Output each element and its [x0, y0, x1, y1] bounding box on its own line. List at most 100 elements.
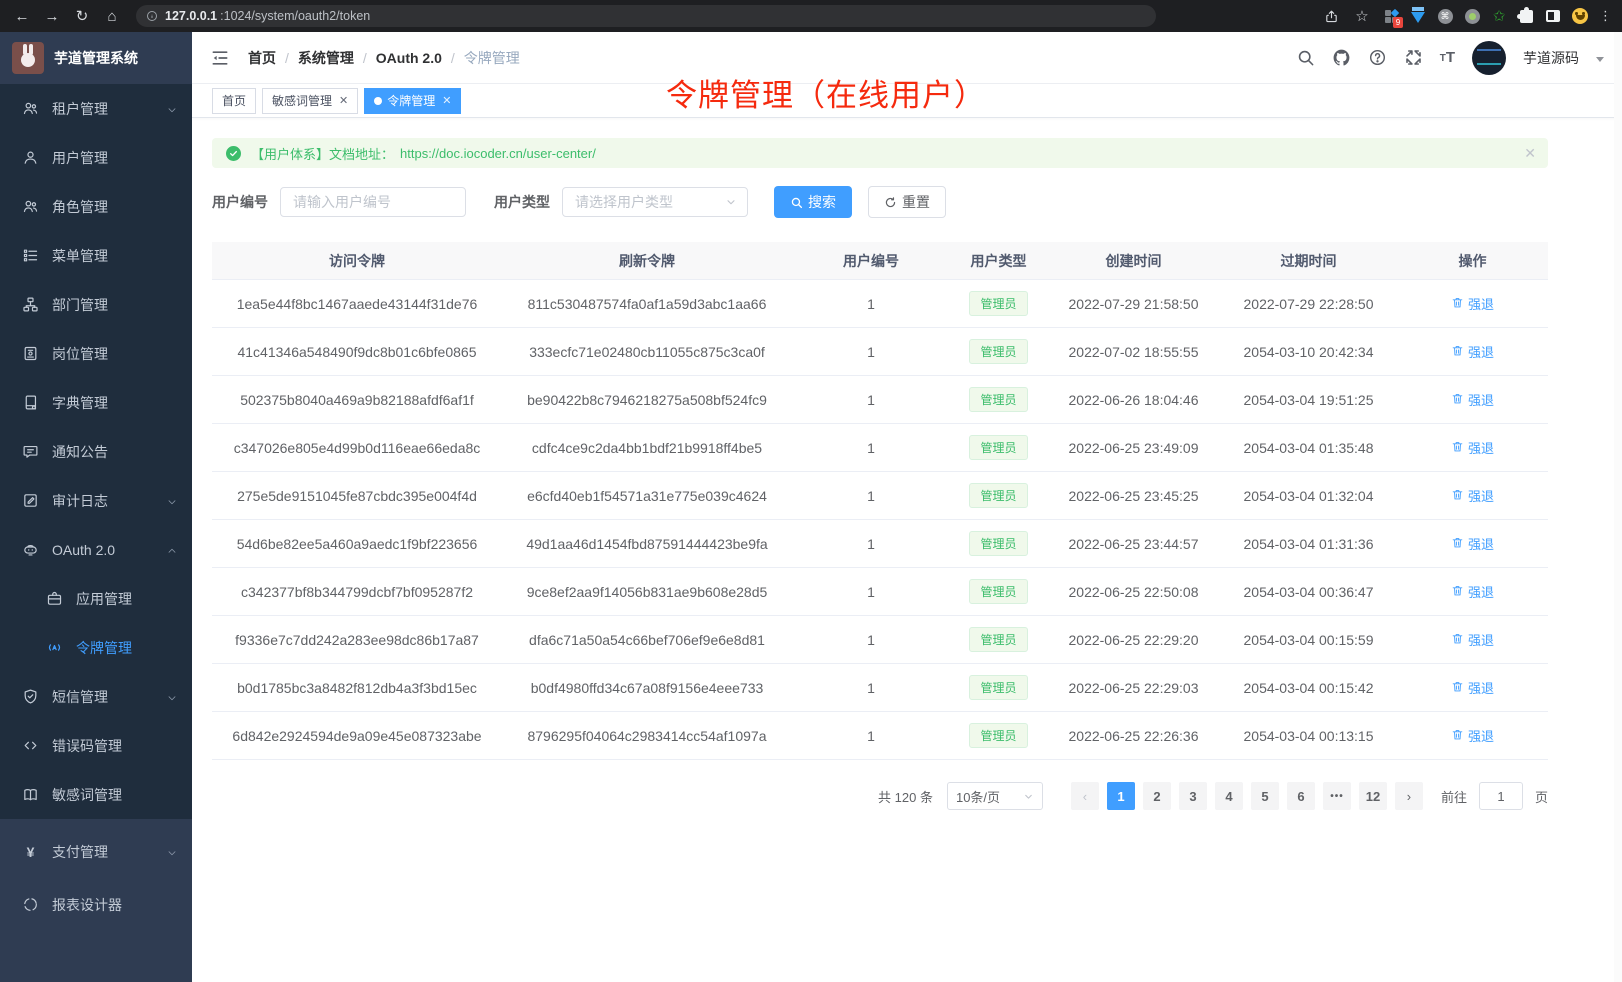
breadcrumb-item[interactable]: 系统管理	[298, 48, 354, 68]
side-panel-icon[interactable]	[1545, 8, 1561, 24]
page-button-2[interactable]: 2	[1143, 782, 1171, 810]
force-logout-button[interactable]: 强退	[1451, 294, 1494, 313]
user-type-cell: 管理员	[950, 483, 1047, 508]
page-button-5[interactable]: 5	[1251, 782, 1279, 810]
extension-gem-icon[interactable]	[1410, 8, 1426, 24]
refresh-token-cell: 9ce8ef2aa9f14056b831ae9b608e28d5	[502, 584, 792, 600]
sidebar-item-审计日志[interactable]: 审计日志	[0, 476, 192, 525]
force-logout-button[interactable]: 强退	[1451, 486, 1494, 505]
close-icon[interactable]: ✕	[339, 94, 348, 107]
access-token-cell: c342377bf8b344799dcbf7bf095287f2	[212, 584, 502, 600]
page-button-4[interactable]: 4	[1215, 782, 1243, 810]
sidebar-item-租户管理[interactable]: 租户管理	[0, 84, 192, 133]
force-logout-button[interactable]: 强退	[1451, 534, 1494, 553]
force-logout-button[interactable]: 强退	[1451, 630, 1494, 649]
sidebar-item-用户管理[interactable]: 用户管理	[0, 133, 192, 182]
page-content: 【用户体系】文档地址： https://doc.iocoder.cn/user-…	[192, 118, 1548, 810]
sidebar-item-部门管理[interactable]: 部门管理	[0, 280, 192, 329]
sidebar-item-敏感词管理[interactable]: 敏感词管理	[0, 770, 192, 819]
user-type-select[interactable]: 请选择用户类型	[562, 187, 748, 217]
sidebar-item-错误码管理[interactable]: 错误码管理	[0, 721, 192, 770]
alert-close-icon[interactable]: ✕	[1524, 145, 1536, 162]
share-icon[interactable]	[1321, 4, 1341, 28]
page-size-select[interactable]: 10条/页	[947, 782, 1043, 810]
force-logout-button[interactable]: 强退	[1451, 438, 1494, 457]
tenants-icon	[22, 100, 39, 117]
pay-yen-icon: ¥	[22, 843, 39, 860]
force-logout-button[interactable]: 强退	[1451, 678, 1494, 697]
sidebar-item-菜单管理[interactable]: 菜单管理	[0, 231, 192, 280]
token-table: 访问令牌刷新令牌用户编号用户类型创建时间过期时间操作 1ea5e44f8bc14…	[212, 242, 1548, 760]
reset-button[interactable]: 重置	[868, 186, 946, 218]
force-logout-button[interactable]: 强退	[1451, 582, 1494, 601]
user-type-badge: 管理员	[969, 723, 1027, 748]
table-row: f9336e7c7dd242a283ee98dc86b17a87dfa6c71a…	[212, 616, 1548, 664]
action-label: 强退	[1468, 726, 1494, 745]
page-button-3[interactable]: 3	[1179, 782, 1207, 810]
extension-record-icon[interactable]	[1464, 8, 1480, 24]
force-logout-button[interactable]: 强退	[1451, 342, 1494, 361]
user-avatar[interactable]	[1472, 41, 1506, 75]
sidebar-fold-icon[interactable]	[210, 48, 230, 68]
sidebar-item-岗位管理[interactable]: 岗位管理	[0, 329, 192, 378]
table-row: b0d1785bc3a8482f812db4a3f3bd15ecb0df4980…	[212, 664, 1548, 712]
action-cell: 强退	[1397, 390, 1548, 409]
tab-敏感词管理[interactable]: 敏感词管理✕	[262, 88, 358, 114]
font-size-icon[interactable]: TT	[1440, 49, 1455, 66]
browser-address-bar[interactable]: 127.0.0.1:1024/system/oauth2/token	[136, 5, 1156, 27]
user-id-input[interactable]	[280, 187, 466, 217]
close-icon[interactable]: ✕	[442, 94, 451, 107]
page-info-icon[interactable]	[146, 10, 158, 22]
pagination: 共 120 条 10条/页 ‹ 123456•••12 › 前往 页	[212, 782, 1548, 810]
browser-back-icon[interactable]: ←	[10, 4, 34, 28]
next-page-button[interactable]: ›	[1395, 782, 1423, 810]
extension-star-icon[interactable]: ✩	[1491, 8, 1507, 24]
page-button-12[interactable]: 12	[1359, 782, 1387, 810]
user-menu-caret-icon[interactable]	[1596, 57, 1604, 62]
sidebar-item-角色管理[interactable]: 角色管理	[0, 182, 192, 231]
user-name[interactable]: 芋道源码	[1523, 48, 1579, 68]
breadcrumb-item[interactable]: 首页	[248, 48, 276, 68]
bookmark-star-icon[interactable]: ☆	[1352, 4, 1372, 28]
tab-令牌管理[interactable]: 令牌管理✕	[364, 88, 461, 114]
browser-menu-icon[interactable]: ⋮	[1599, 8, 1612, 24]
page-scrollbar[interactable]	[1614, 32, 1622, 982]
alert-doc-link[interactable]: https://doc.iocoder.cn/user-center/	[400, 146, 596, 161]
sidebar-item-支付管理[interactable]: ¥支付管理	[0, 825, 192, 878]
sidebar-item-令牌管理[interactable]: 令牌管理	[0, 623, 192, 672]
sidebar-item-OAuth 2.0[interactable]: OAuth 2.0	[0, 525, 192, 574]
search-button[interactable]: 搜索	[774, 186, 852, 218]
search-icon[interactable]	[1296, 48, 1315, 67]
extensions-puzzle-icon[interactable]	[1518, 8, 1534, 24]
post-badge-icon	[22, 345, 39, 362]
browser-reload-icon[interactable]: ↻	[70, 4, 94, 28]
trash-icon	[1451, 584, 1464, 600]
page-ellipsis[interactable]: •••	[1323, 782, 1351, 810]
fullscreen-icon[interactable]	[1404, 48, 1423, 67]
sidebar-item-应用管理[interactable]: 应用管理	[0, 574, 192, 623]
user-type-badge: 管理员	[969, 291, 1027, 316]
sidebar-item-字典管理[interactable]: 字典管理	[0, 378, 192, 427]
force-logout-button[interactable]: 强退	[1451, 390, 1494, 409]
extension-grid-icon[interactable]: 9	[1383, 8, 1399, 24]
sidebar-item-通知公告[interactable]: 通知公告	[0, 427, 192, 476]
tab-首页[interactable]: 首页	[212, 88, 256, 114]
help-icon[interactable]	[1368, 48, 1387, 67]
breadcrumb-item[interactable]: OAuth 2.0	[376, 50, 442, 66]
browser-forward-icon[interactable]: →	[40, 4, 64, 28]
force-logout-button[interactable]: 强退	[1451, 726, 1494, 745]
profile-emoji-icon[interactable]	[1572, 8, 1588, 24]
search-icon	[790, 196, 803, 209]
goto-page-input[interactable]	[1479, 782, 1523, 810]
trash-icon	[1451, 392, 1464, 408]
prev-page-button[interactable]: ‹	[1071, 782, 1099, 810]
github-icon[interactable]	[1332, 48, 1351, 67]
trash-icon	[1451, 488, 1464, 504]
browser-home-icon[interactable]: ⌂	[100, 4, 124, 28]
page-button-1[interactable]: 1	[1107, 782, 1135, 810]
sidebar-item-短信管理[interactable]: 短信管理	[0, 672, 192, 721]
page-button-6[interactable]: 6	[1287, 782, 1315, 810]
app-logo-row[interactable]: 芋道管理系统	[0, 32, 192, 84]
extension-command-icon[interactable]: ⌘	[1437, 8, 1453, 24]
sidebar-item-报表设计器[interactable]: 报表设计器	[0, 878, 192, 931]
